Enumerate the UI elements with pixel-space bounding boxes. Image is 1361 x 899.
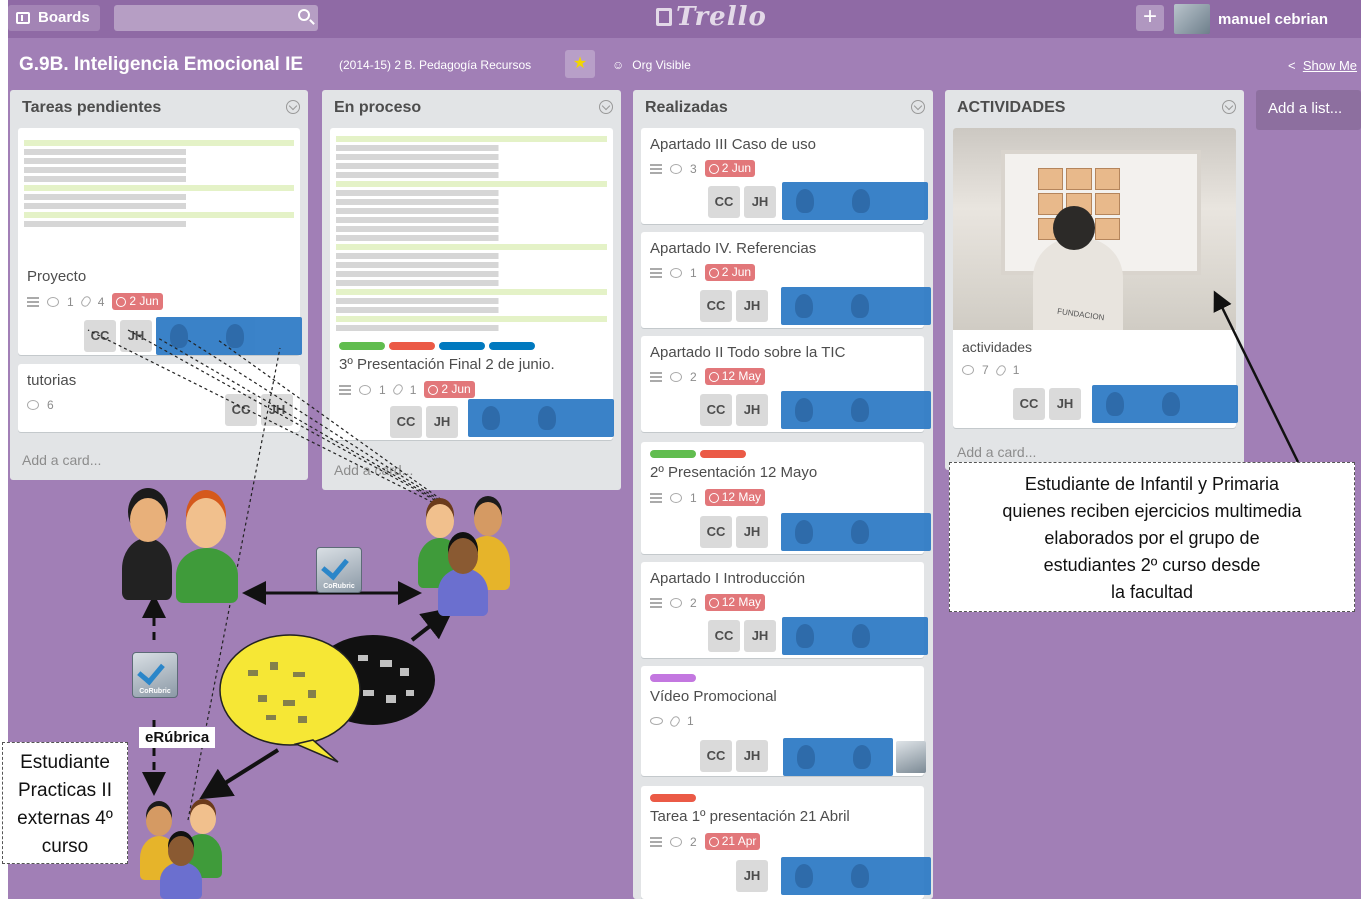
- annotation-line: Estudiante: [20, 752, 110, 773]
- annotation-arrows: [87, 290, 1300, 821]
- annotation-line: elaborados por el grupo de: [1044, 528, 1260, 548]
- corubric-logo-icon: CoRubric: [316, 547, 362, 593]
- speech-bubble-yellow: [219, 634, 361, 763]
- corubric-label: CoRubric: [323, 583, 355, 590]
- board: Boards Trello + manuel cebrian G.9B. Int…: [8, 0, 1361, 899]
- annotation-right-box: Estudiante de Infantil y Primaria quiene…: [949, 462, 1355, 612]
- corubric-logo-icon: CoRubric: [132, 652, 178, 698]
- annotation-line: quienes reciben ejercicios multimedia: [1002, 501, 1302, 521]
- students-group-icon: [414, 498, 514, 618]
- annotation-line: estudiantes 2º curso desde: [1043, 555, 1261, 575]
- annotation-line: Practicas II: [18, 780, 112, 801]
- annotation-line: la facultad: [1110, 582, 1194, 602]
- corubric-label: CoRubric: [139, 688, 171, 695]
- annotation-line: externas 4º: [17, 808, 113, 829]
- annotation-line: Estudiante de Infantil y Primaria: [1024, 474, 1280, 494]
- teachers-icon: [120, 490, 240, 605]
- annotation-line: curso: [41, 836, 89, 857]
- erubrica-label: eRúbrica: [139, 727, 216, 748]
- annotation-left-box: Estudiante Practicas II externas 4º curs…: [2, 742, 128, 864]
- students-practicas-icon: [138, 802, 228, 899]
